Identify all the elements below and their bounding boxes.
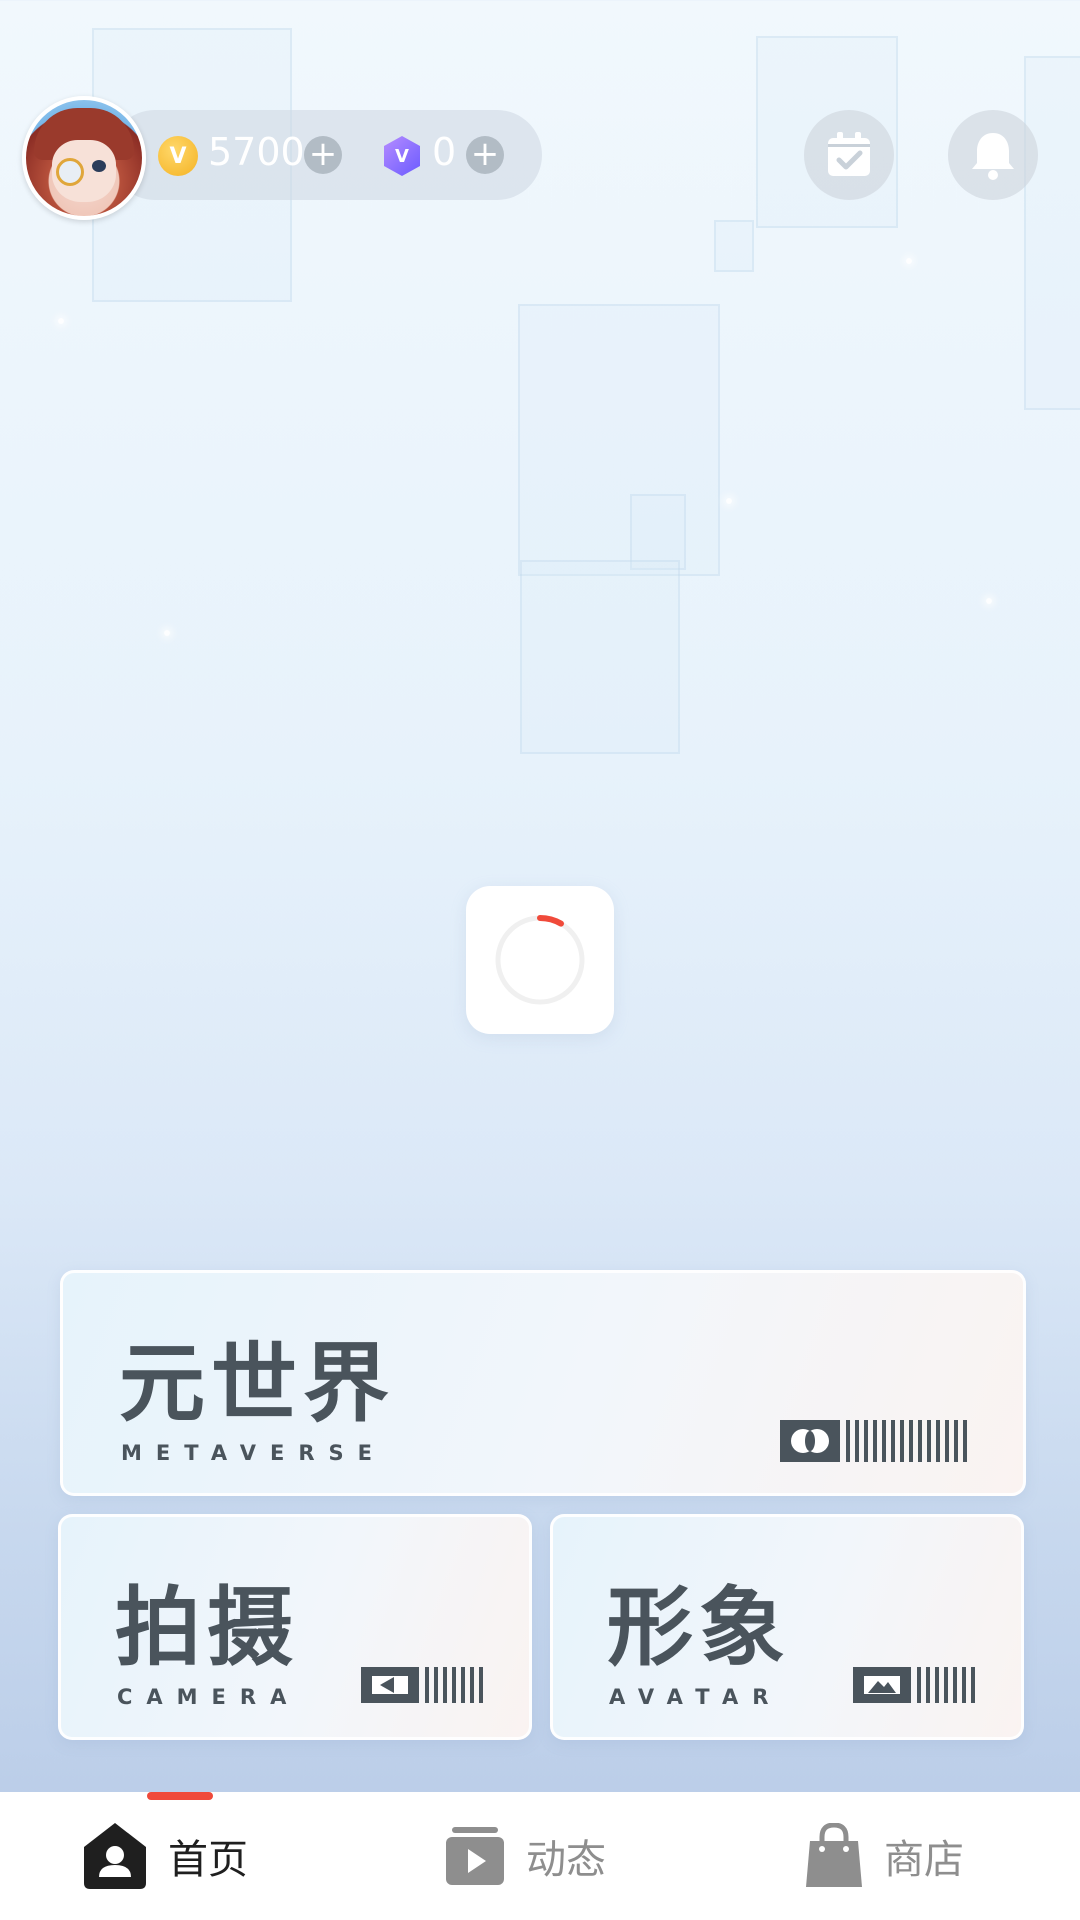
bell-icon	[972, 133, 1014, 180]
loading-spinner-icon	[495, 914, 585, 1005]
calendar-check-icon	[828, 132, 870, 176]
camera-title: 拍摄	[115, 1578, 299, 1678]
tab-home-label: 首页	[168, 1837, 248, 1883]
camera-card[interactable]: 拍摄 CAMERA	[58, 1514, 532, 1740]
gold-coin-icon: V	[158, 136, 198, 176]
sparkle-decoration	[986, 598, 992, 604]
tab-store-label: 商店	[884, 1837, 964, 1883]
add-coins-button[interactable]: +	[304, 136, 342, 174]
checkin-button[interactable]	[804, 110, 894, 200]
metaverse-barcode-icon	[780, 1420, 967, 1462]
notification-button[interactable]	[948, 110, 1038, 200]
avatar-title: 形象	[607, 1578, 791, 1678]
coin-balance: 5700	[208, 130, 305, 174]
user-avatar[interactable]	[22, 96, 146, 220]
sparkle-decoration	[58, 318, 64, 324]
shopping-bag-icon	[806, 1823, 862, 1887]
tab-home[interactable]: 首页	[82, 1818, 248, 1894]
background-decoration	[714, 220, 754, 272]
gem-balance: 0	[432, 130, 457, 174]
background-decoration	[520, 560, 680, 754]
background-decoration	[630, 494, 686, 570]
background-decoration	[1024, 56, 1080, 410]
avatar-subtitle: AVATAR	[609, 1685, 783, 1709]
tab-store[interactable]: 商店	[804, 1818, 964, 1894]
metaverse-title: 元世界	[119, 1334, 395, 1434]
metaverse-card[interactable]: 元世界 METAVERSE	[60, 1270, 1026, 1496]
loading-indicator	[466, 886, 614, 1034]
sparkle-decoration	[164, 630, 170, 636]
tab-feed[interactable]: 动态	[444, 1818, 606, 1894]
home-user-icon	[84, 1823, 146, 1889]
tab-feed-label: 动态	[526, 1837, 606, 1883]
background-decoration	[518, 304, 720, 576]
camera-barcode-icon	[361, 1667, 483, 1703]
metaverse-subtitle: METAVERSE	[121, 1441, 387, 1465]
avatar-barcode-icon	[853, 1667, 975, 1703]
active-tab-indicator	[147, 1792, 213, 1800]
sparkle-decoration	[726, 498, 732, 504]
video-feed-icon	[446, 1827, 504, 1885]
avatar-card[interactable]: 形象 AVATAR	[550, 1514, 1024, 1740]
camera-subtitle: CAMERA	[117, 1685, 301, 1709]
add-gems-button[interactable]: +	[466, 136, 504, 174]
sparkle-decoration	[906, 258, 912, 264]
